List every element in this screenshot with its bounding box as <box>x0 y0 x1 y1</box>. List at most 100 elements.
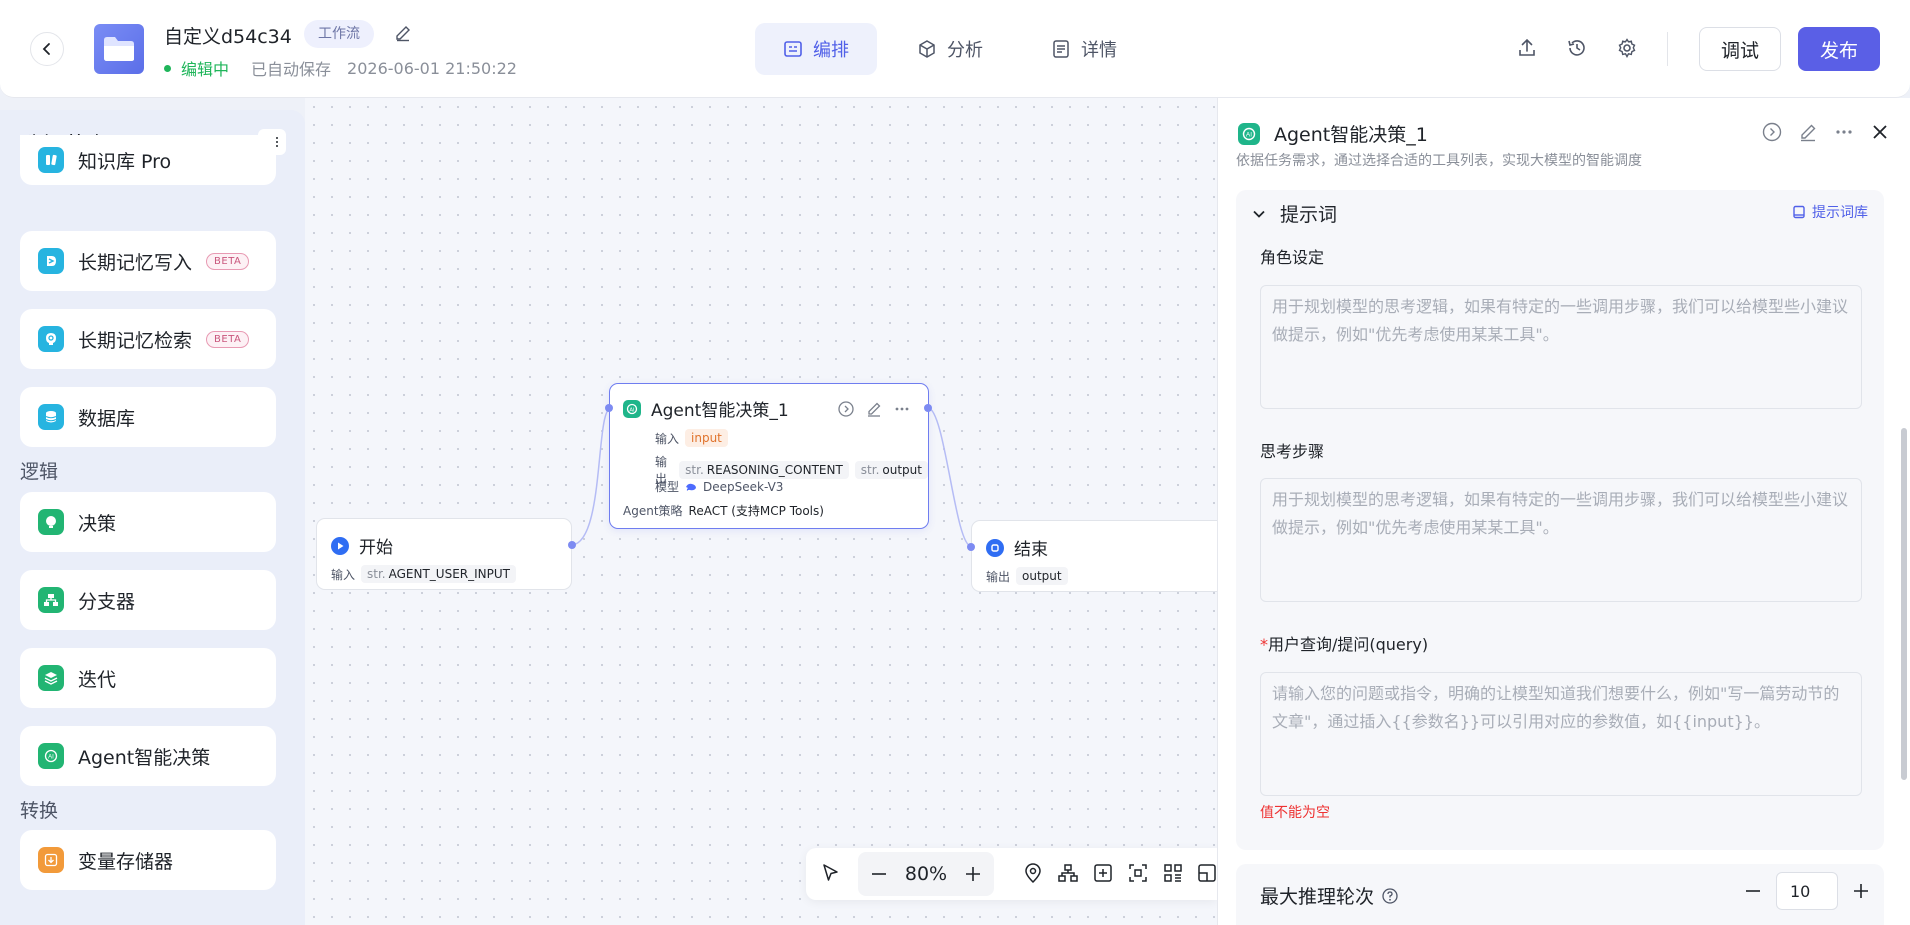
status-editing: 编辑中 <box>181 60 230 79</box>
node-item-memory-write[interactable]: 长期记忆写入 BETA <box>20 231 276 291</box>
zoom-in-icon[interactable] <box>964 865 982 883</box>
add-note-icon[interactable] <box>1092 862 1114 884</box>
tab-details[interactable]: 详情 <box>1023 23 1145 75</box>
top-header: 自定义d54c34 工作流 编辑中 已自动保存 2026-06-01 21:50… <box>0 0 1910 98</box>
document-icon <box>1053 40 1069 58</box>
config-scrollbar[interactable] <box>1901 428 1907 780</box>
agent-ai-icon: AI <box>1238 122 1260 145</box>
help-circle-icon[interactable] <box>1382 887 1398 904</box>
run-node-icon[interactable] <box>838 401 854 417</box>
agent-ai-icon: AI <box>623 399 641 418</box>
node-item-branch[interactable]: 分支器 <box>20 570 276 630</box>
agent-model-label: 模型 <box>655 480 680 494</box>
svg-text:AI: AI <box>629 407 635 413</box>
node-item-label: 迭代 <box>78 668 117 691</box>
history-icon[interactable] <box>1566 37 1588 63</box>
svg-text:AI: AI <box>1246 131 1252 138</box>
steps-label: 思考步骤 <box>1260 442 1325 461</box>
close-icon[interactable] <box>1870 122 1890 142</box>
tab-analysis[interactable]: 分析 <box>889 23 1011 75</box>
app-title: 自定义d54c34 <box>164 26 292 48</box>
back-button[interactable] <box>30 32 64 66</box>
end-output-pill: output <box>1016 567 1068 585</box>
prompt-section-header[interactable]: 提示词 <box>1252 200 1337 227</box>
pointer-icon[interactable] <box>820 862 842 884</box>
agent-node[interactable]: AI Agent智能决策_1 输入 input 输出 str. REASONING… <box>609 383 929 529</box>
node-picker-panel: 选择节点 知识库 Pro 长期记忆写入 BETA 长期记忆检索 BETA 数据库… <box>0 110 305 925</box>
more-icon[interactable] <box>894 401 910 417</box>
agent-output-port[interactable] <box>924 404 932 412</box>
query-textarea[interactable]: 请输入您的问题或指令，明确的让模型知道我们想要什么，例如"写一篇劳动节的文章"，… <box>1260 672 1862 796</box>
run-node-icon[interactable] <box>1762 122 1782 142</box>
node-item-variable-store[interactable]: 变量存储器 <box>20 830 276 890</box>
panel-toggle-icon[interactable] <box>1196 862 1218 884</box>
tab-label: 详情 <box>1081 40 1117 61</box>
end-node[interactable]: 结束 输出 output <box>971 520 1231 592</box>
edit-node-icon[interactable] <box>866 401 882 417</box>
knowledge-pro-icon <box>38 147 64 173</box>
node-item-label: 分支器 <box>78 590 136 613</box>
zoom-out-icon[interactable] <box>870 865 888 883</box>
node-item-knowledge-pro[interactable]: 知识库 Pro <box>20 135 276 185</box>
node-item-decision[interactable]: 决策 <box>20 492 276 552</box>
steps-textarea[interactable]: 用于规划模型的思考逻辑，如果有特定的一些调用步骤，我们可以给模型些小建议做提示，… <box>1260 478 1862 602</box>
debug-button[interactable]: 调试 <box>1699 27 1781 71</box>
settings-gear-icon[interactable] <box>1616 37 1638 63</box>
max-rounds-input[interactable]: 10 <box>1776 872 1838 910</box>
config-panel-header: AI Agent智能决策_1 <box>1238 120 1428 147</box>
more-icon[interactable] <box>1834 122 1854 142</box>
memory-write-icon <box>38 248 64 274</box>
tab-orchestrate[interactable]: 编排 <box>755 23 877 75</box>
increment-icon[interactable] <box>1852 882 1870 900</box>
svg-text:AI: AI <box>48 755 54 761</box>
edit-node-icon[interactable] <box>1798 122 1818 142</box>
prompt-library-label: 提示词库 <box>1812 205 1868 221</box>
canvas-toolbar: 80% <box>806 848 1217 900</box>
node-item-label: 数据库 <box>78 407 136 430</box>
export-icon[interactable] <box>1516 37 1538 63</box>
location-pin-icon[interactable] <box>1022 862 1044 884</box>
start-node-title: 开始 <box>359 538 393 558</box>
start-node[interactable]: 开始 输入 str. AGENT_USER_INPUT <box>316 518 572 590</box>
minimap-icon[interactable] <box>1162 862 1184 884</box>
config-panel-description: 依据任务需求，通过选择合适的工具列表，实现大模型的智能调度 <box>1236 153 1642 169</box>
agent-input-port[interactable] <box>605 404 613 412</box>
publish-button[interactable]: 发布 <box>1798 27 1880 71</box>
workflow-canvas[interactable]: 开始 输入 str. AGENT_USER_INPUT AI Agent智能决策_… <box>305 98 1231 925</box>
type-prefix: str. <box>860 463 880 477</box>
variable-store-icon <box>38 847 64 873</box>
agent-output-pill-2: str. output <box>854 461 928 479</box>
node-item-database[interactable]: 数据库 <box>20 387 276 447</box>
end-output-label: 输出 <box>986 569 1011 584</box>
node-item-agent[interactable]: AI Agent智能决策 <box>20 726 276 786</box>
start-input-pill: str. AGENT_USER_INPUT <box>361 565 516 583</box>
fit-view-icon[interactable] <box>1127 862 1149 884</box>
auto-layout-icon[interactable] <box>1057 862 1079 884</box>
decrement-icon[interactable] <box>1744 882 1762 900</box>
max-rounds-label: 最大推理轮次 <box>1260 886 1375 908</box>
node-item-label: 知识库 Pro <box>78 150 172 173</box>
beta-badge: BETA <box>206 330 250 348</box>
agent-input-label: 输入 <box>655 431 680 446</box>
prompt-section: 提示词 提示词库 角色设定 用于规划模型的思考逻辑，如果有特定的一些调用步骤，我… <box>1236 190 1884 850</box>
autosave-timestamp: 2026-06-01 21:50:22 <box>347 58 517 78</box>
workflow-type-badge: 工作流 <box>304 20 374 48</box>
edit-title-icon[interactable] <box>394 24 412 46</box>
node-item-memory-search[interactable]: 长期记忆检索 BETA <box>20 309 276 369</box>
agent-icon: AI <box>38 743 64 769</box>
start-output-port[interactable] <box>568 541 576 549</box>
role-textarea[interactable]: 用于规划模型的思考逻辑，如果有特定的一些调用步骤，我们可以给模型些小建议做提示，… <box>1260 285 1862 409</box>
node-item-label: 长期记忆检索 <box>78 329 193 352</box>
role-label: 角色设定 <box>1260 248 1325 267</box>
start-input-label: 输入 <box>331 567 356 582</box>
app-folder-icon <box>94 24 144 74</box>
prompt-library-link[interactable]: 提示词库 <box>1792 202 1868 222</box>
tab-label: 分析 <box>947 40 983 61</box>
header-divider <box>1667 32 1668 66</box>
end-input-port[interactable] <box>967 543 975 551</box>
node-item-iteration[interactable]: 迭代 <box>20 648 276 708</box>
tab-label: 编排 <box>813 40 849 61</box>
deepseek-whale-icon <box>686 483 697 491</box>
autosave-label: 已自动保存 <box>251 60 332 79</box>
end-node-title: 结束 <box>1014 540 1048 560</box>
